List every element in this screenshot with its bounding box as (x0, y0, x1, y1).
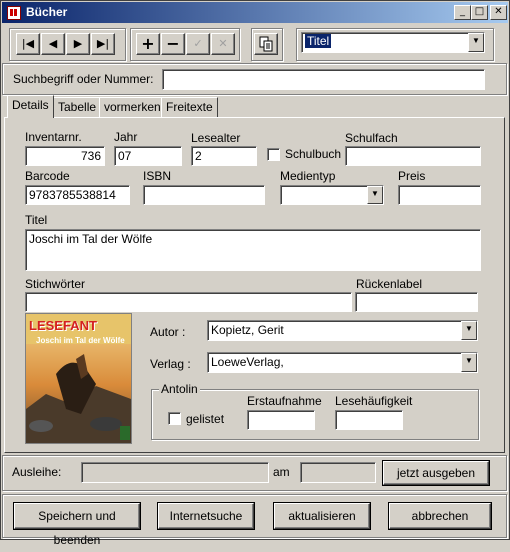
cover-series-text: LESEFANT (29, 318, 97, 333)
autor-value: Kopietz, Gerit (211, 323, 284, 337)
search-label: Suchbegriff oder Nummer: (13, 72, 154, 86)
inventarnr-label: Inventarnr. (25, 130, 82, 144)
close-button[interactable]: ✕ (490, 5, 507, 20)
save-and-exit-button[interactable]: Speichern und beenden (14, 503, 140, 547)
isbn-field[interactable] (143, 185, 265, 205)
tab-tabelle[interactable]: Tabelle (53, 97, 102, 117)
refresh-button[interactable]: aktualisieren (274, 503, 370, 529)
ausgeben-button[interactable]: jetzt ausgeben (383, 461, 489, 485)
book-cover-image: LESEFANT Joschi im Tal der Wölfe (25, 313, 132, 444)
sort-select-value: Titel (305, 34, 332, 48)
barcode-field[interactable]: 9783785538814 (25, 185, 130, 205)
delete-record-button[interactable]: − (161, 33, 185, 55)
copy-record-button[interactable] (254, 33, 278, 55)
verlag-label: Verlag : (150, 357, 191, 371)
erstaufnahme-field[interactable] (247, 410, 315, 430)
copy-pages-icon (259, 36, 273, 52)
minimize-button[interactable]: _ (454, 5, 471, 20)
stichwoerter-field[interactable] (25, 292, 352, 312)
rueckenlabel-field[interactable] (355, 292, 478, 312)
stichwoerter-label: Stichwörter (25, 277, 86, 291)
schulbuch-checkbox[interactable] (267, 148, 280, 161)
jahr-label: Jahr (114, 130, 138, 144)
books-app-icon (7, 6, 21, 20)
cancel-edit-button[interactable]: ✕ (211, 33, 235, 55)
lesehaeufigkeit-label: Lesehäufigkeit (335, 394, 413, 408)
chevron-down-icon[interactable]: ▼ (468, 33, 484, 52)
maximize-button[interactable]: □ (471, 5, 488, 20)
window-title: Bücher (26, 5, 68, 19)
sort-select[interactable]: Titel ▼ (301, 32, 485, 53)
confirm-edit-button[interactable]: ✓ (186, 33, 210, 55)
internet-search-button[interactable]: Internetsuche (158, 503, 254, 529)
cancel-button[interactable]: abbrechen (389, 503, 491, 529)
verlag-value: LoeweVerlag, (211, 355, 284, 369)
titel-field[interactable]: Joschi im Tal der Wölfe (25, 229, 481, 271)
medientyp-label: Medientyp (280, 169, 336, 183)
ausleihe-label: Ausleihe: (12, 465, 62, 479)
tab-vormerken[interactable]: vormerken (99, 97, 166, 117)
chevron-down-icon[interactable]: ▼ (461, 353, 477, 372)
last-record-button[interactable]: ▶| (91, 33, 115, 55)
antolin-label: Antolin (159, 382, 200, 396)
rueckenlabel-label: Rückenlabel (356, 277, 423, 291)
books-window: Bücher _ □ ✕ |◀ ◀ ▶ ▶| + − ✓ ✕ Titel ▼ S… (0, 0, 510, 547)
jahr-field[interactable]: 07 (114, 146, 182, 166)
add-record-button[interactable]: + (136, 33, 160, 55)
ausleihe-date-field (300, 462, 376, 483)
gelistet-label: gelistet (186, 412, 225, 426)
chevron-down-icon[interactable]: ▼ (367, 186, 383, 204)
autor-select[interactable]: Kopietz, Gerit ▼ (207, 320, 478, 341)
chevron-down-icon[interactable]: ▼ (461, 321, 477, 340)
next-record-button[interactable]: ▶ (66, 33, 90, 55)
verlag-select[interactable]: LoeweVerlag, ▼ (207, 352, 478, 373)
barcode-label: Barcode (25, 169, 70, 183)
preis-label: Preis (398, 169, 426, 183)
cover-title-text: Joschi im Tal der Wölfe (36, 336, 125, 345)
gelistet-checkbox[interactable] (168, 412, 181, 425)
schulfach-field[interactable] (345, 146, 481, 166)
lesehaeufigkeit-field[interactable] (335, 410, 403, 430)
lesealter-label: Lesealter (191, 131, 241, 145)
titel-label: Titel (25, 213, 48, 227)
first-record-button[interactable]: |◀ (16, 33, 40, 55)
autor-label: Autor : (150, 325, 186, 339)
am-label: am (273, 465, 290, 479)
inventarnr-field[interactable]: 736 (25, 146, 105, 166)
erstaufnahme-label: Erstaufnahme (247, 394, 322, 408)
search-input[interactable] (162, 69, 485, 90)
tab-details[interactable]: Details (7, 95, 54, 118)
ausleihe-field (81, 462, 269, 483)
lesealter-field[interactable]: 2 (191, 146, 257, 166)
title-bar[interactable]: Bücher _ □ ✕ (2, 2, 508, 23)
medientyp-select[interactable]: ▼ (280, 185, 384, 205)
schulbuch-label: Schulbuch (285, 147, 342, 161)
preis-field[interactable] (398, 185, 481, 205)
prev-record-button[interactable]: ◀ (41, 33, 65, 55)
book-cover-art-icon (26, 314, 131, 443)
tab-freitexte[interactable]: Freitexte (161, 97, 218, 117)
isbn-label: ISBN (143, 169, 172, 183)
schulfach-label: Schulfach (345, 131, 398, 145)
